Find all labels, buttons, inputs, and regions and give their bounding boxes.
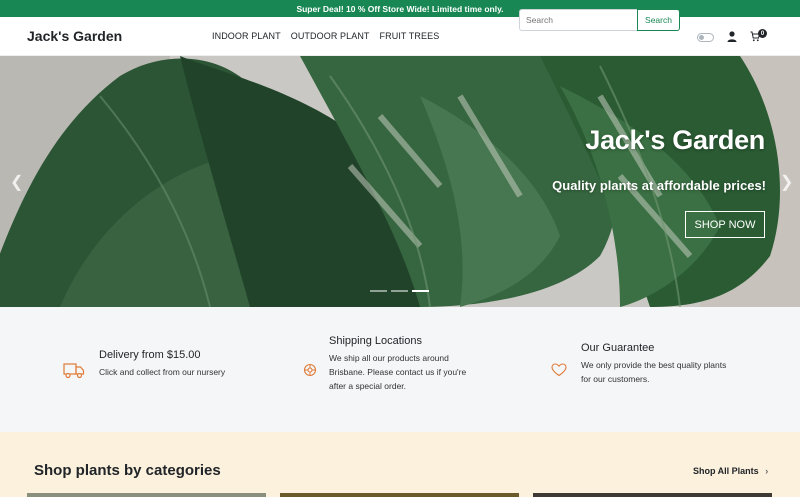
feature-text-line: for our customers. (581, 374, 650, 384)
shop-now-button[interactable]: SHOP NOW (685, 211, 765, 238)
heart-icon (551, 363, 567, 377)
promo-banner: Super Deal! 10 % Off Store Wide! Limited… (0, 0, 800, 17)
menu-item-fruit-trees[interactable]: FRUIT TREES (380, 31, 440, 41)
features-section: Delivery from $15.00 Click and collect f… (0, 307, 800, 432)
carousel-prev-icon[interactable]: ❮ (10, 172, 23, 192)
carousel-indicator-active[interactable] (412, 290, 429, 292)
shop-all-plants-label: Shop All Plants (693, 466, 759, 476)
theme-toggle[interactable] (697, 33, 714, 42)
carousel-next-icon[interactable]: ❯ (780, 172, 793, 192)
hero-carousel: Jack's Garden Quality plants at affordab… (0, 56, 800, 307)
category-card[interactable] (280, 493, 519, 497)
category-card[interactable] (533, 493, 772, 497)
main-menu: INDOOR PLANT OUTDOOR PLANT FRUIT TREES (212, 31, 439, 41)
feature-title: Shipping Locations (329, 335, 422, 347)
feature-text-line: Brisbane. Please contact us if you're (329, 367, 467, 377)
navbar: Jack's Garden INDOOR PLANT OUTDOOR PLANT… (0, 17, 800, 56)
feature-shipping: Shipping Locations We ship all our produ… (303, 335, 466, 393)
feature-title: Delivery from $15.00 (99, 349, 201, 361)
feature-title: Our Guarantee (581, 342, 655, 354)
search-input[interactable] (519, 9, 637, 31)
menu-item-indoor-plant[interactable]: INDOOR PLANT (212, 31, 281, 41)
feature-text-line: after a special order. (329, 381, 407, 391)
feature-text-line: We only provide the best quality plants (581, 360, 727, 370)
feature-guarantee: Our Guarantee We only provide the best q… (551, 342, 726, 386)
promo-text: Super Deal! 10 % Off Store Wide! Limited… (296, 3, 504, 14)
brand-logo[interactable]: Jack's Garden (27, 28, 212, 44)
menu-item-outdoor-plant[interactable]: OUTDOOR PLANT (291, 31, 370, 41)
chevron-right-icon: › (765, 466, 769, 476)
carousel-indicators (370, 290, 429, 292)
carousel-indicator[interactable] (370, 290, 387, 292)
feature-text: We ship all our products around Brisbane… (329, 351, 466, 393)
carousel-indicator[interactable] (391, 290, 408, 292)
search-button[interactable]: Search (637, 9, 680, 31)
categories-section: Shop plants by categories Shop All Plant… (0, 432, 800, 497)
shop-all-plants-link[interactable]: Shop All Plants › (693, 466, 768, 476)
feature-text: Click and collect from our nursery (99, 365, 225, 379)
cart-count-badge: 0 (758, 29, 767, 38)
user-icon[interactable] (727, 31, 737, 43)
truck-icon (63, 363, 85, 379)
location-icon (303, 363, 317, 377)
category-card[interactable] (27, 493, 266, 497)
feature-delivery: Delivery from $15.00 Click and collect f… (63, 349, 225, 379)
hero-subtitle: Quality plants at affordable prices! (552, 178, 766, 193)
search-form: Search (519, 9, 680, 31)
feature-text: We only provide the best quality plants … (581, 358, 726, 386)
feature-text-line: We ship all our products around (329, 353, 449, 363)
feature-text-line: Click and collect from our nursery (99, 367, 226, 377)
hero-title: Jack's Garden (585, 125, 765, 155)
categories-title: Shop plants by categories (34, 462, 221, 479)
